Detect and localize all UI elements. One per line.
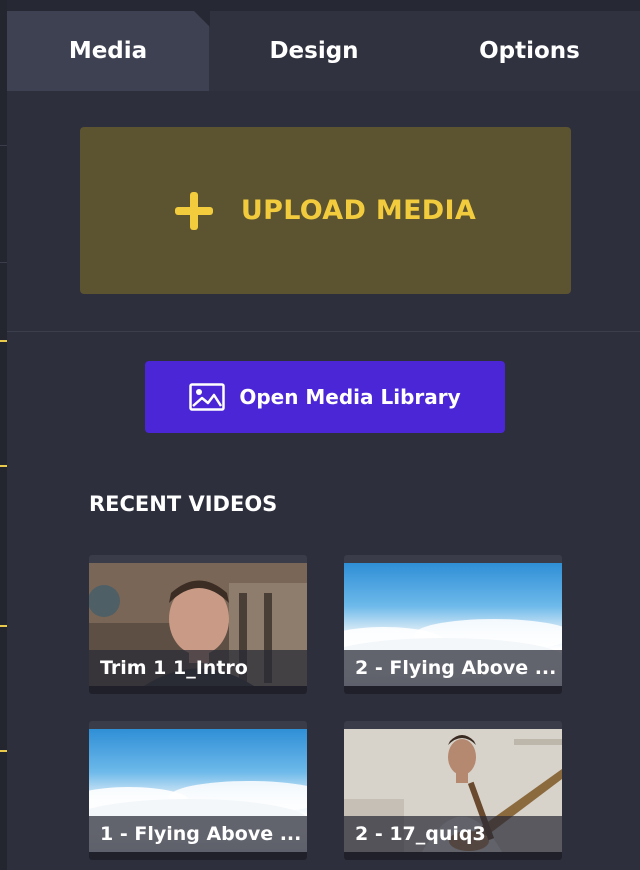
image-icon	[189, 383, 226, 411]
video-title: 2 - Flying Above ...	[344, 650, 562, 686]
thumbnail-footer	[344, 852, 562, 860]
thumbnail-footer	[89, 852, 307, 860]
panel-tabs: Media Design Options	[7, 11, 640, 91]
open-media-library-button[interactable]: Open Media Library	[145, 361, 505, 433]
plus-icon	[174, 191, 213, 230]
edge-marker	[0, 625, 7, 627]
upload-media-label: UPLOAD MEDIA	[240, 195, 477, 226]
recent-video-item[interactable]: 1 - Flying Above ...	[89, 721, 307, 860]
edge-marker	[0, 340, 7, 342]
video-title: Trim 1 1_Intro	[89, 650, 307, 686]
thumbnail-footer	[344, 686, 562, 694]
section-divider	[7, 331, 640, 332]
video-title: 2 - 17_quiq3	[344, 816, 562, 852]
tab-options[interactable]: Options	[419, 11, 640, 91]
recent-video-item[interactable]: Trim 1 1_Intro	[89, 555, 307, 694]
edge-marker	[0, 750, 7, 752]
tab-media[interactable]: Media	[7, 11, 210, 91]
upload-media-button[interactable]: UPLOAD MEDIA	[80, 127, 571, 294]
thumbnail-footer	[89, 686, 307, 694]
edge-separator	[0, 145, 7, 146]
open-media-library-label: Open Media Library	[239, 385, 461, 409]
recent-videos-title: RECENT VIDEOS	[89, 492, 278, 516]
recent-video-item[interactable]: 2 - Flying Above ...	[344, 555, 562, 694]
media-panel: Media Design Options UPLOAD MEDIA Open M…	[7, 0, 640, 870]
video-title: 1 - Flying Above ...	[89, 816, 307, 852]
edge-separator	[0, 262, 7, 263]
editor-edge	[0, 0, 7, 870]
tab-design[interactable]: Design	[209, 11, 419, 91]
edge-marker	[0, 465, 7, 467]
panel-top-bar	[7, 0, 640, 11]
recent-video-item[interactable]: 2 - 17_quiq3	[344, 721, 562, 860]
